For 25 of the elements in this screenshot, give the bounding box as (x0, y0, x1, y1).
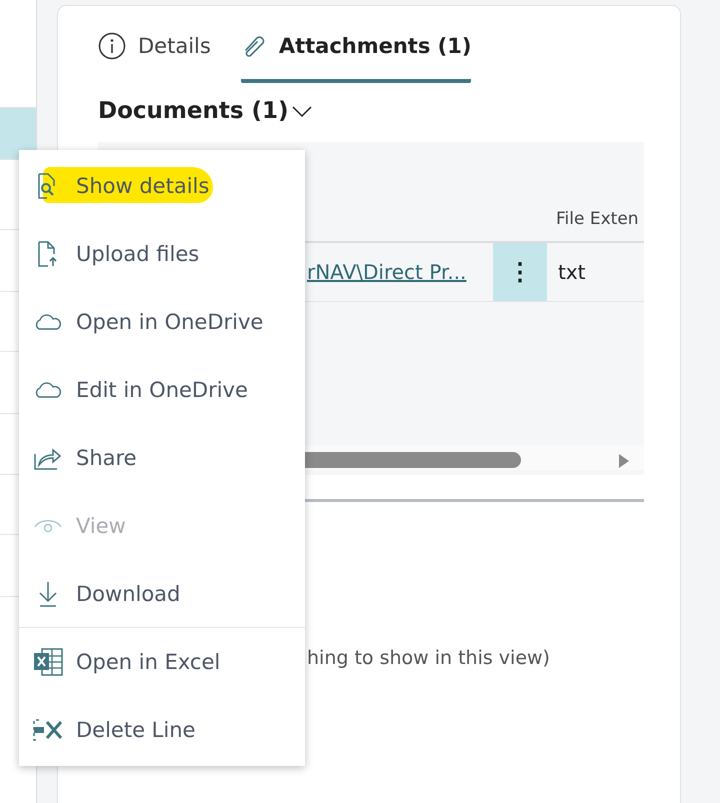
section-title: Documents (1) (98, 98, 289, 124)
menu-item[interactable]: Download (19, 560, 305, 628)
spreadsheet-icon (33, 648, 63, 676)
more-button[interactable]: ⋮ (493, 243, 547, 301)
menu-item[interactable]: Open in OneDrive (19, 288, 305, 356)
share-icon (33, 446, 63, 470)
delete-row-icon (33, 718, 63, 742)
cloud-icon (33, 382, 63, 398)
chevron-icon[interactable] (290, 104, 313, 118)
menu-item[interactable]: Upload files (19, 220, 305, 288)
menu-item[interactable]: Delete Line (19, 696, 305, 764)
table-cell: txt (558, 260, 586, 284)
file-link[interactable]: rNAV\Direct Pr... (307, 260, 493, 284)
menu-item[interactable]: Show details (19, 152, 305, 220)
info-icon (98, 32, 126, 60)
tab[interactable]: Attachments (1) (240, 29, 472, 83)
eye-icon (33, 518, 63, 534)
menu-item[interactable]: Share (19, 424, 305, 492)
column-header[interactable]: File Exten (556, 209, 644, 229)
menu-item[interactable]: Edit in OneDrive (19, 356, 305, 424)
scroll-right-icon[interactable] (618, 453, 630, 469)
tab[interactable]: Details (98, 29, 211, 83)
cloud-icon (33, 314, 63, 330)
menu-item[interactable]: Open in Excel (19, 628, 305, 696)
empty-message: hing to show in this view) (307, 647, 551, 669)
